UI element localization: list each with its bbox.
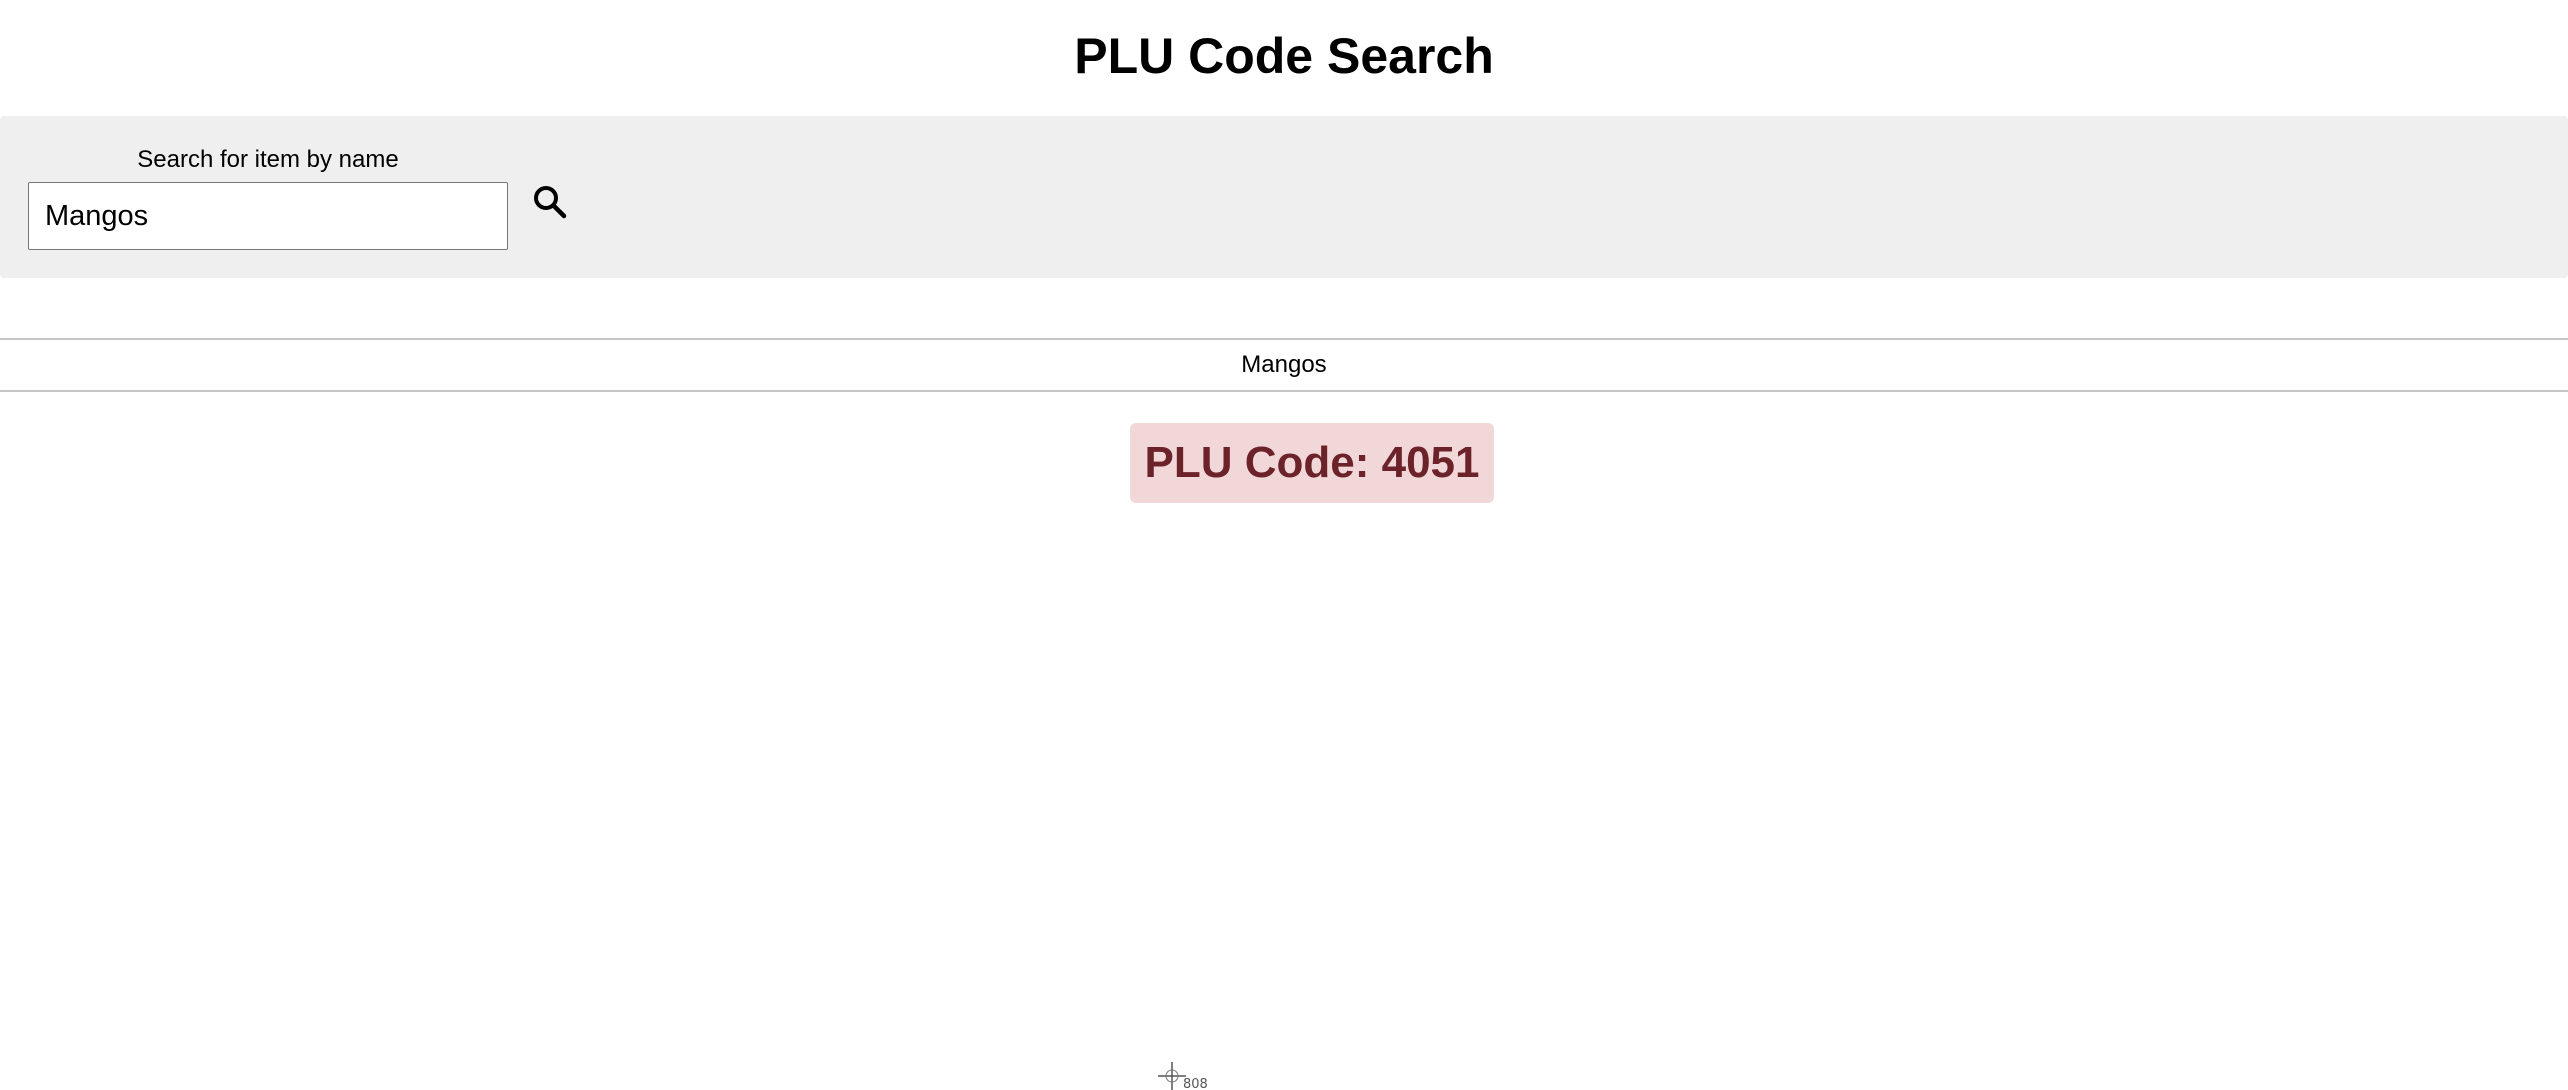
cursor-coordinate-label: 808: [1183, 1077, 1208, 1090]
result-item-name: Mangos: [1241, 351, 1327, 378]
mouse-cursor: 808: [1156, 1062, 1208, 1090]
search-panel: Search for item by name: [0, 116, 2568, 278]
plu-code-badge: PLU Code: 4051: [1130, 423, 1494, 503]
search-icon: [534, 186, 567, 219]
search-result-row[interactable]: Mangos: [0, 338, 2568, 392]
plu-code-search-page: PLU Code Search Search for item by name …: [0, 0, 2568, 1090]
page-title: PLU Code Search: [1074, 28, 1494, 84]
search-button[interactable]: [526, 178, 574, 226]
search-input[interactable]: [28, 182, 508, 250]
search-label: Search for item by name: [137, 146, 399, 173]
